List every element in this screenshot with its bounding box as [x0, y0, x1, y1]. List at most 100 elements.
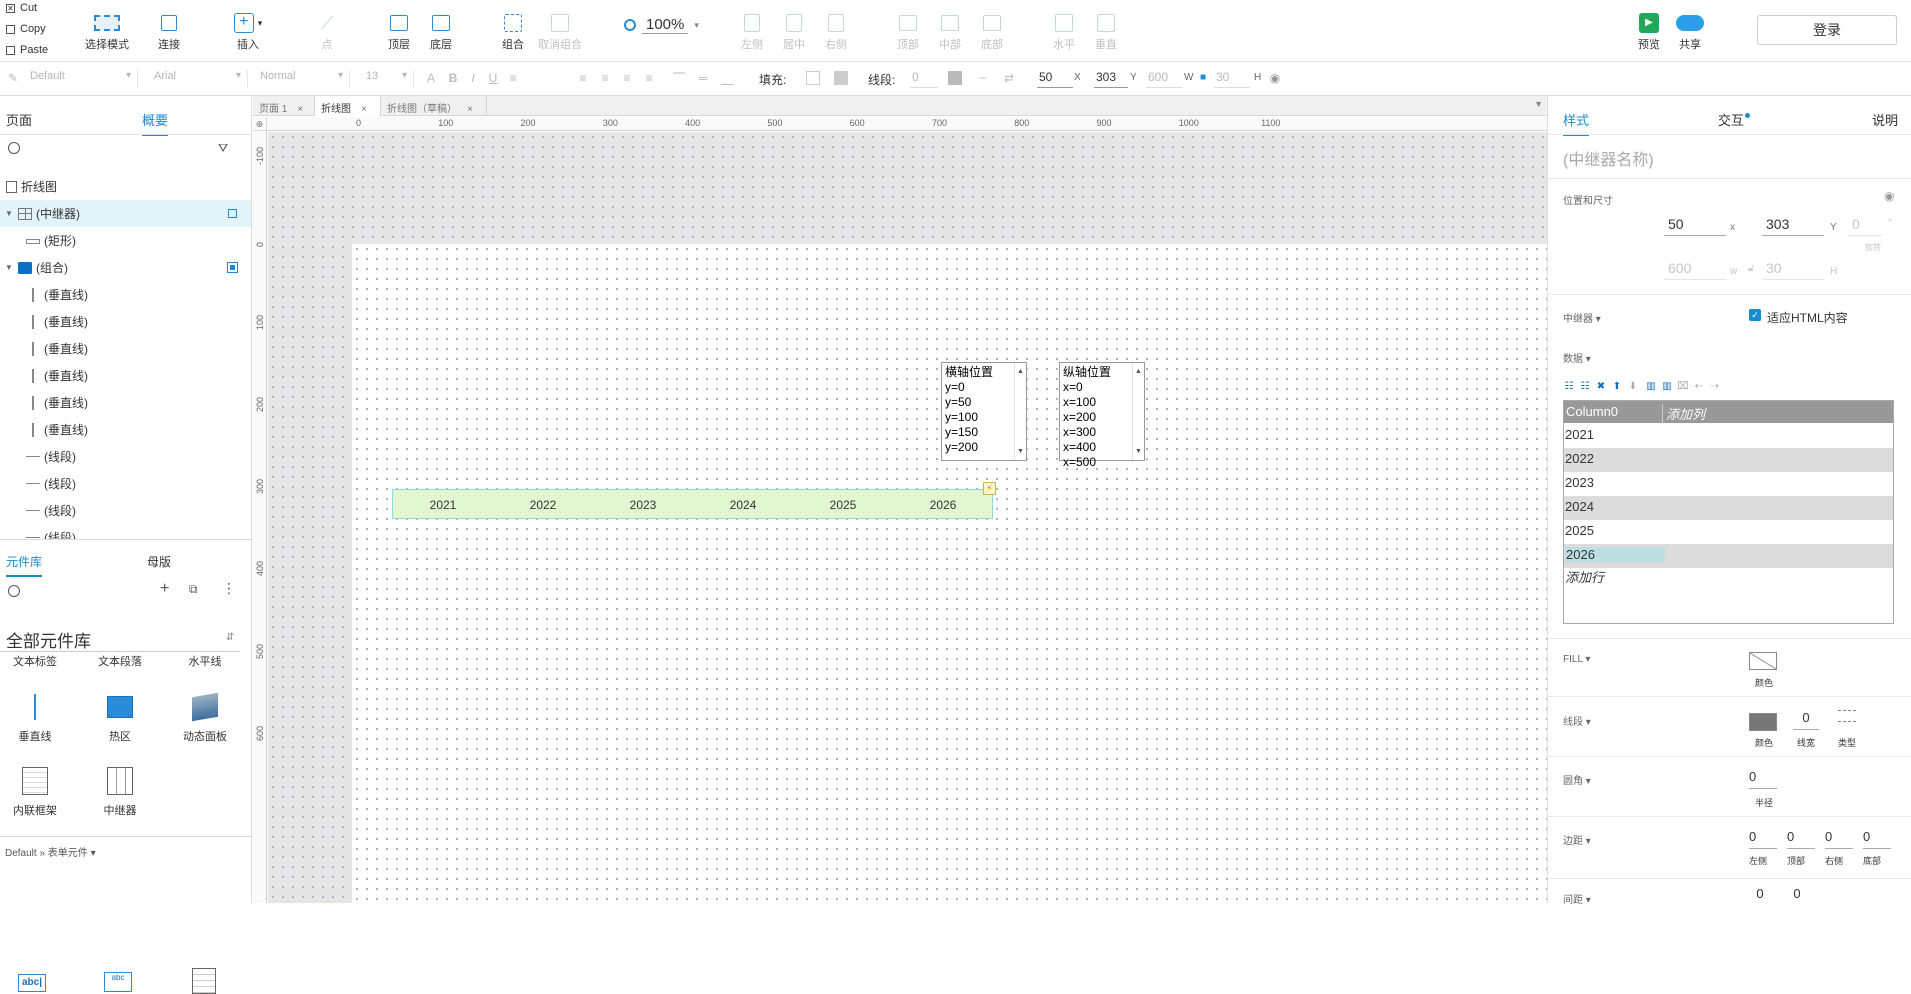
lock-icon[interactable]: 🔓︎ [1748, 263, 1754, 274]
y-input[interactable]: 303 [1094, 68, 1128, 88]
ungroup-button[interactable]: 取消组合 [530, 10, 590, 52]
text-align-right-icon[interactable]: ≡ [620, 71, 634, 85]
text-align-center-icon[interactable]: ≡ [598, 71, 612, 85]
lib-dynamic-panel[interactable]: 动态面板 [170, 692, 240, 744]
lib-list-box[interactable] [192, 968, 216, 994]
close-icon[interactable]: × [361, 104, 367, 115]
add-column-button[interactable]: 添加列 [1662, 404, 1705, 423]
repeater-item[interactable]: 2021 [413, 498, 473, 512]
x-input[interactable]: 50 [1664, 214, 1726, 236]
lib-horizontal-line[interactable]: 水平线 [170, 653, 240, 669]
paste-button[interactable]: Paste [6, 44, 48, 56]
share-button[interactable]: 共享 [1660, 10, 1720, 52]
tab-notes[interactable]: 说明 [1872, 110, 1898, 129]
lib-text-label[interactable]: 文本标签 [0, 653, 70, 669]
outline-item[interactable]: (垂直线) [0, 362, 251, 389]
chevron-updown-icon[interactable]: ⇵ [226, 632, 234, 643]
column-header[interactable]: Column0 [1566, 404, 1618, 419]
listbox-option[interactable]: x=100 [1063, 395, 1141, 410]
align-bottom-button[interactable]: 底部 [962, 10, 1022, 52]
arrow-style-icon[interactable]: ⇄ [1002, 71, 1016, 85]
data-section-label[interactable]: 数据 ▾ [1563, 350, 1591, 365]
add-library-icon[interactable]: + [160, 580, 169, 598]
bullet-list-icon[interactable]: ≡ [506, 71, 520, 85]
padding-input[interactable]: 0 [1863, 829, 1891, 849]
lightning-icon[interactable]: ⚡ [983, 482, 996, 495]
rotation-input[interactable]: 0 [1848, 214, 1882, 236]
login-button[interactable]: 登录 [1757, 15, 1897, 45]
stroke-section-label[interactable]: 线段 ▾ [1563, 713, 1591, 728]
x-axis-listbox[interactable]: 纵轴位置 x=0 x=100 x=200 x=300 x=400 x=500 [1059, 362, 1145, 469]
stroke-color-icon[interactable] [948, 71, 962, 85]
format-painter-icon[interactable]: ✎ [6, 71, 20, 85]
lib-inline-frame[interactable]: 内联框架 [0, 766, 70, 818]
w-input[interactable]: 600 [1146, 68, 1182, 88]
lock-icon[interactable]: ■ [1196, 71, 1210, 85]
move-right-icon[interactable]: ⇢ [1709, 381, 1721, 393]
connect-button[interactable]: 连接 [139, 10, 199, 52]
close-icon[interactable]: × [467, 104, 473, 115]
tab-line-chart-draft[interactable]: 折线图（草稿） × [381, 96, 487, 116]
repeater-name-input[interactable]: (中继器名称) [1563, 146, 1654, 170]
insert-row-below-icon[interactable]: ☷ [1579, 381, 1591, 393]
bold-icon[interactable]: B [446, 71, 460, 85]
table-row[interactable]: 2024 [1564, 496, 1893, 520]
delete-row-icon[interactable]: ✖ [1595, 381, 1607, 393]
outline-item[interactable]: (线段) [0, 443, 251, 470]
table-row[interactable]: 2026 [1564, 544, 1893, 568]
align-right-button[interactable]: 右侧 [806, 10, 866, 52]
table-cell[interactable]: 2023 [1565, 475, 1594, 490]
library-breadcrumb[interactable]: Default » 表单元件 ▾ [5, 844, 96, 859]
valign-middle-icon[interactable]: ═ [696, 71, 710, 85]
canvas-grid[interactable]: 横轴位置 y=0y=50y=100y=150y=200 纵轴位置 x=0x=10… [268, 132, 1547, 903]
stroke-pattern-icon[interactable]: ┄ [976, 71, 990, 85]
library-select[interactable]: 全部元件库 [6, 627, 91, 652]
table-row[interactable]: 2022 [1564, 448, 1893, 472]
repeater-widget[interactable]: 2021 2022 2023 2024 2025 2026 [392, 489, 993, 519]
table-cell[interactable]: 2025 [1565, 523, 1594, 538]
lib-vertical-line[interactable]: 垂直线 [0, 692, 70, 744]
lib-text-area[interactable]: abc [104, 972, 132, 992]
insert-col-right-icon[interactable]: ▥ [1661, 381, 1673, 393]
close-icon[interactable]: × [297, 104, 303, 115]
tab-interaction[interactable]: 交互 [1718, 110, 1744, 129]
repeater-item[interactable]: 2022 [513, 498, 573, 512]
insert-button[interactable]: + ▾ 插入 [218, 10, 278, 52]
outline-item[interactable]: (垂直线) [0, 389, 251, 416]
repeater-item[interactable]: 2026 [913, 498, 973, 512]
bottom-layer-button[interactable]: 底层 [411, 10, 471, 52]
table-cell[interactable]: 2022 [1565, 451, 1594, 466]
move-down-icon[interactable]: ⬇ [1627, 381, 1639, 393]
stroke-width-input[interactable]: 0 [910, 68, 938, 88]
tab-line-chart[interactable]: 折线图 × [315, 96, 381, 117]
tab-style[interactable]: 样式 [1563, 110, 1590, 136]
select-mode-button[interactable]: 选择模式 [77, 10, 137, 52]
listbox-option[interactable]: x=200 [1063, 410, 1141, 425]
outline-item[interactable]: (垂直线) [0, 416, 251, 443]
add-row-button[interactable]: 添加行 [1565, 567, 1604, 586]
repeater-item[interactable]: 2023 [613, 498, 673, 512]
h-input[interactable]: 30 [1214, 68, 1250, 88]
h-input[interactable]: 30 [1762, 258, 1824, 280]
fill-color-icon[interactable] [806, 71, 820, 85]
stroke-width-input[interactable]: 0 [1793, 710, 1819, 730]
table-row[interactable]: 2021 [1564, 424, 1893, 448]
insert-col-left-icon[interactable]: ▥ [1645, 381, 1657, 393]
tab-page-1[interactable]: 页面 1 × [253, 96, 315, 116]
scrollbar[interactable] [1132, 363, 1144, 460]
underline-icon[interactable]: U [486, 71, 500, 85]
canvas-page[interactable]: 横轴位置 y=0y=50y=100y=150y=200 纵轴位置 x=0x=10… [352, 244, 1547, 903]
search-icon[interactable] [8, 585, 20, 597]
lib-text-field[interactable]: abc| [18, 974, 46, 992]
fill-color-swatch[interactable] [1749, 652, 1777, 670]
listbox-option[interactable]: x=500 [1063, 455, 1141, 470]
text-align-left-icon[interactable]: ≡ [576, 71, 590, 85]
repeater-item[interactable]: 2024 [713, 498, 773, 512]
padding-input[interactable]: 0 [1749, 829, 1777, 849]
font-color-icon[interactable]: A [424, 71, 438, 85]
padding-input[interactable]: 0 [1825, 829, 1853, 849]
corner-radius-input[interactable]: 0 [1749, 769, 1777, 789]
outline-item[interactable]: ▼ (中继器) [0, 200, 251, 227]
listbox-option[interactable]: y=100 [945, 410, 1023, 425]
table-cell[interactable]: 2026 [1565, 547, 1665, 562]
